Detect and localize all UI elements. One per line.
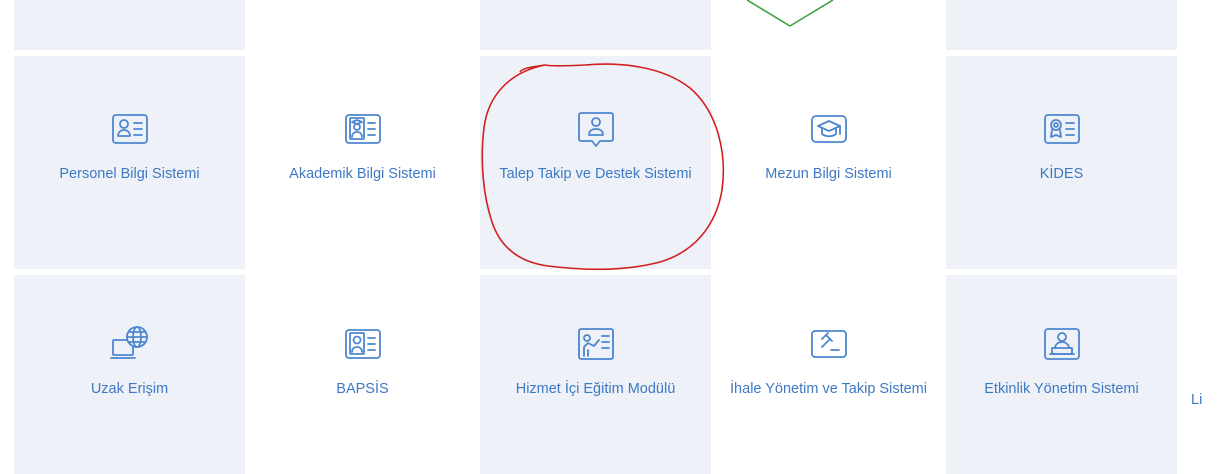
- tile-etkinlik-yonetim[interactable]: Etkinlik Yönetim Sistemi: [946, 275, 1177, 474]
- partial-tile[interactable]: [1179, 0, 1218, 50]
- partial-tile[interactable]: [480, 0, 711, 50]
- certificate-id-icon: [1043, 110, 1081, 148]
- id-card-icon: [111, 110, 149, 148]
- tile-mezun-bilgi-sistemi[interactable]: Mezun Bilgi Sistemi: [713, 56, 944, 269]
- tile-kides[interactable]: KİDES: [946, 56, 1177, 269]
- partial-tile[interactable]: [1179, 56, 1218, 269]
- tile-akademik-bilgi-sistemi[interactable]: Akademik Bilgi Sistemi: [247, 56, 478, 269]
- tile-label: Uzak Erişim: [90, 381, 169, 397]
- graduation-cap-icon: [810, 110, 848, 148]
- tile-label: Personel Bilgi Sistemi: [59, 166, 200, 182]
- tile-bapsis[interactable]: BAPSİS: [247, 275, 478, 474]
- partial-tile[interactable]: [713, 0, 944, 50]
- tile-label: İhale Yönetim ve Takip Sistemi: [730, 381, 927, 397]
- partial-tile[interactable]: Li: [1179, 275, 1218, 474]
- auction-icon: [810, 325, 848, 363]
- partial-tile[interactable]: [946, 0, 1177, 50]
- support-chat-icon: [577, 110, 615, 148]
- tile-label: Akademik Bilgi Sistemi: [289, 166, 436, 182]
- tile-label: Li: [1191, 392, 1203, 408]
- tile-label: BAPSİS: [336, 381, 389, 397]
- apps-grid: Personel Bilgi Sistemi Akademik Bilgi Si…: [14, 0, 1218, 474]
- tile-label: KİDES: [1039, 166, 1084, 182]
- event-desk-icon: [1043, 325, 1081, 363]
- tile-hizmet-ici-egitim[interactable]: Hizmet İçi Eğitim Modülü: [480, 275, 711, 474]
- partial-tile[interactable]: [247, 0, 478, 50]
- tile-label: Hizmet İçi Eğitim Modülü: [515, 381, 676, 397]
- tile-label: Mezun Bilgi Sistemi: [765, 166, 892, 182]
- tile-uzak-erisim[interactable]: Uzak Erişim: [14, 275, 245, 474]
- tile-personel-bilgi-sistemi[interactable]: Personel Bilgi Sistemi: [14, 56, 245, 269]
- academic-id-icon: [344, 110, 382, 148]
- id-card-icon: [344, 325, 382, 363]
- tile-label: Talep Takip ve Destek Sistemi: [499, 166, 692, 182]
- partial-tile[interactable]: [14, 0, 245, 50]
- tile-talep-takip-destek[interactable]: Talep Takip ve Destek Sistemi: [480, 56, 711, 269]
- tile-label: Etkinlik Yönetim Sistemi: [984, 381, 1139, 397]
- training-board-icon: [577, 325, 615, 363]
- tile-ihale-yonetim[interactable]: İhale Yönetim ve Takip Sistemi: [713, 275, 944, 474]
- remote-globe-icon: [109, 325, 149, 363]
